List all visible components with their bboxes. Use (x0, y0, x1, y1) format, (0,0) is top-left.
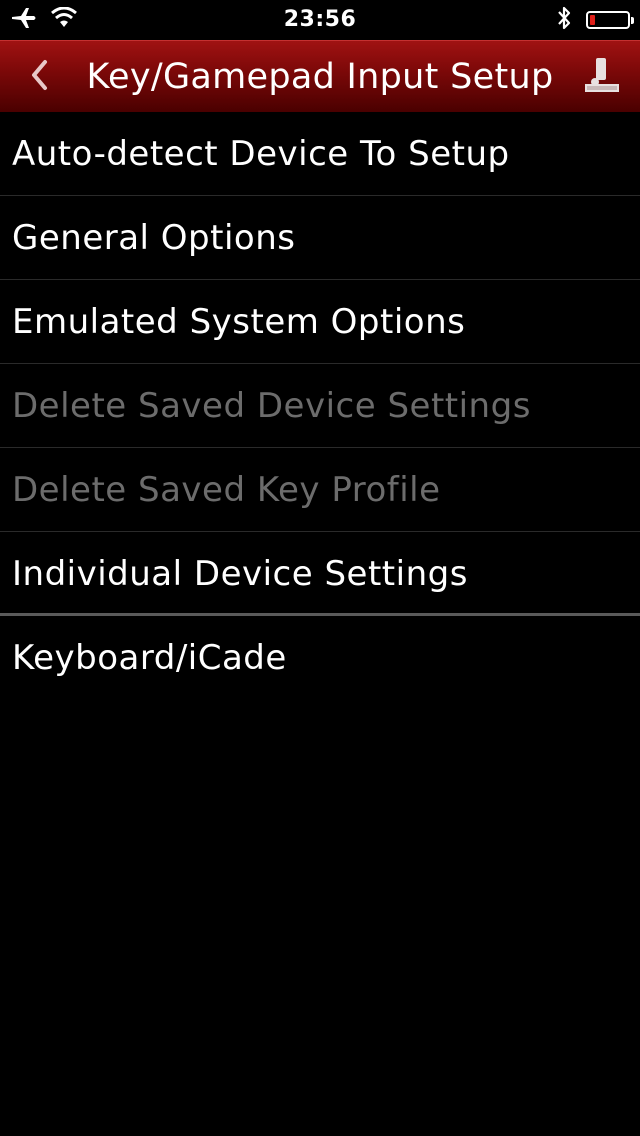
menu-item-emulated-system-options[interactable]: Emulated System Options (0, 280, 640, 364)
settings-menu: Auto-detect Device To Setup General Opti… (0, 112, 640, 700)
menu-item-auto-detect-device[interactable]: Auto-detect Device To Setup (0, 112, 640, 196)
battery-icon (586, 11, 634, 29)
joystick-button[interactable] (580, 41, 624, 113)
bluetooth-icon (556, 5, 572, 35)
menu-item-delete-saved-key-profile: Delete Saved Key Profile (0, 448, 640, 532)
joystick-icon (582, 55, 622, 99)
status-time: 23:56 (283, 7, 357, 32)
battery-level (590, 15, 595, 25)
menu-item-delete-saved-device-settings: Delete Saved Device Settings (0, 364, 640, 448)
status-bar: 23:56 (0, 0, 640, 40)
menu-item-keyboard-icade[interactable]: Keyboard/iCade (0, 616, 640, 700)
page-title: Key/Gamepad Input Setup (86, 57, 554, 97)
status-right (556, 5, 634, 35)
menu-item-individual-device-settings[interactable]: Individual Device Settings (0, 532, 640, 616)
navigation-bar: Key/Gamepad Input Setup (0, 40, 640, 112)
menu-item-general-options[interactable]: General Options (0, 196, 640, 280)
